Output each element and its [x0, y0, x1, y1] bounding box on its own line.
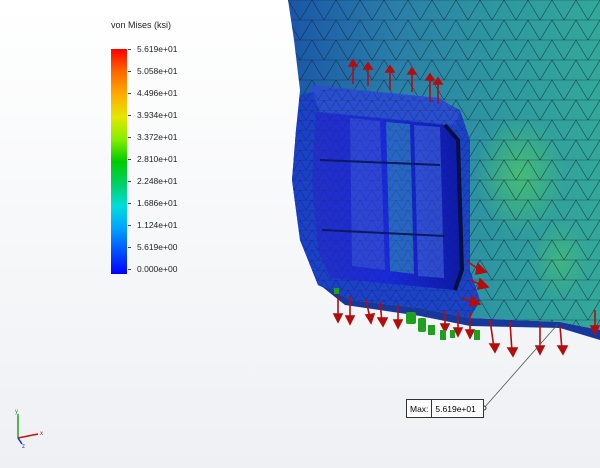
- legend-tick-mark: [128, 181, 131, 182]
- legend-tick-mark: [128, 137, 131, 138]
- legend-tick-mark: [128, 269, 131, 270]
- legend-tick-mark: [128, 93, 131, 94]
- stress-model[interactable]: [0, 0, 600, 468]
- legend-tick-mark: [128, 115, 131, 116]
- legend-colorbar: [111, 49, 127, 274]
- legend-tick-label: 2.810e+01: [137, 154, 178, 164]
- legend-tick-label: 3.934e+01: [137, 110, 178, 120]
- legend-tick-mark: [128, 247, 131, 248]
- legend-tick-label: 5.619e+01: [137, 44, 178, 54]
- legend-title: von Mises (ksi): [111, 20, 172, 30]
- triad-z-label: z: [22, 444, 25, 448]
- graphics-viewport[interactable]: von Mises (ksi) 5.619e+01 5.058e+01 4.496e…: [0, 0, 600, 468]
- legend-tick-label: 5.058e+01: [137, 66, 178, 76]
- legend-tick-label: 5.619e+00: [137, 242, 178, 252]
- legend-tick-label: 1.124e+01: [137, 220, 178, 230]
- legend-tick-label: 0.000e+00: [137, 264, 178, 274]
- legend-tick-mark: [128, 159, 131, 160]
- pocket-ribs: [312, 112, 465, 291]
- probe-leader: [483, 323, 559, 409]
- legend-tick-label: 3.372e+01: [137, 132, 178, 142]
- max-probe-value: 5.619e+01: [435, 403, 476, 414]
- legend-tick-mark: [128, 71, 131, 72]
- legend-tick-label: 4.496e+01: [137, 88, 178, 98]
- max-probe-label[interactable]: Max: 5.619e+01: [406, 399, 484, 418]
- legend-tick-mark: [128, 225, 131, 226]
- triad-x-label: x: [40, 431, 43, 437]
- legend-tick-mark: [128, 49, 131, 50]
- max-probe-key: Max:: [407, 400, 433, 417]
- legend-tick-label: 1.686e+01: [137, 198, 178, 208]
- triad-y-label: y: [15, 409, 18, 415]
- axis-triad-icon: y x z: [15, 409, 43, 448]
- legend-tick-mark: [128, 203, 131, 204]
- legend-tick-label: 2.248e+01: [137, 176, 178, 186]
